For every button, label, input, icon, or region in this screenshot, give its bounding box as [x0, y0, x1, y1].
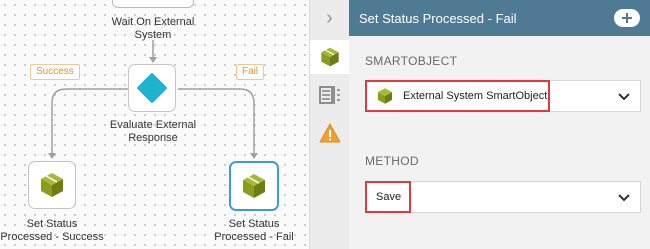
properties-panel: Set Status Processed - Fail SMARTOBJECT … [349, 0, 650, 249]
set-status-success-node[interactable] [28, 161, 76, 209]
tab-data-mapping[interactable] [310, 78, 349, 112]
tab-warnings[interactable] [310, 116, 349, 150]
data-mapping-icon [318, 86, 340, 104]
collapse-panel-button[interactable]: › [310, 0, 349, 36]
wait-external-label: Wait On External System [111, 16, 195, 41]
smartobject-select-value: External System SmartObject [403, 90, 548, 102]
evaluate-response-label: Evaluate External Response [109, 119, 197, 144]
method-select[interactable]: Save [365, 181, 641, 213]
previous-step-node[interactable] [112, 0, 194, 8]
smartobject-cube-icon [377, 88, 393, 104]
smartobject-cube-icon [41, 173, 63, 197]
smartobject-section-label: SMARTOBJECT [365, 54, 458, 68]
set-status-fail-node[interactable] [229, 161, 279, 211]
panel-header: Set Status Processed - Fail [349, 0, 650, 36]
chevron-down-icon [618, 93, 630, 101]
workflow-canvas[interactable]: Wait On External System Success Fail Eva… [0, 0, 309, 249]
decision-diamond-icon [136, 72, 168, 104]
chevron-down-icon [618, 194, 630, 202]
smartobject-select[interactable]: External System SmartObject [365, 80, 641, 112]
add-button[interactable] [614, 9, 640, 27]
property-tabs-strip: › [309, 0, 350, 249]
evaluate-response-node[interactable] [128, 64, 176, 112]
panel-title: Set Status Processed - Fail [359, 10, 517, 26]
add-icon [622, 13, 632, 23]
warning-icon [319, 123, 340, 143]
success-branch-label: Success [30, 64, 80, 80]
smartobject-cube-icon [243, 174, 265, 198]
fail-branch-label: Fail [236, 64, 265, 80]
method-select-value: Save [376, 191, 402, 203]
chevron-right-icon: › [326, 6, 333, 29]
tab-smartobject[interactable] [310, 40, 350, 74]
method-section-label: METHOD [365, 154, 419, 168]
set-status-success-label: Set Status Processed - Success [0, 218, 104, 243]
set-status-fail-label: Set Status Processed - Fail [214, 218, 294, 243]
smartobject-cube-icon [321, 47, 339, 67]
